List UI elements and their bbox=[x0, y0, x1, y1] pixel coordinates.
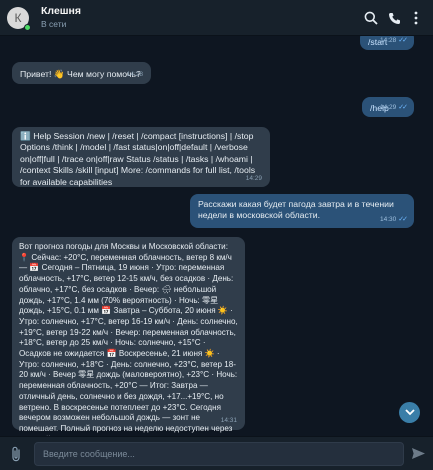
message-meta: 14:29 ✓✓ bbox=[379, 102, 408, 114]
chat-header: К Клешня В сети bbox=[0, 0, 433, 36]
message-outgoing[interactable]: /help 14:29 ✓✓ bbox=[362, 97, 414, 117]
read-check-icon: ✓✓ bbox=[398, 103, 408, 111]
search-icon[interactable] bbox=[362, 9, 380, 27]
chat-status: В сети bbox=[41, 19, 67, 29]
phone-icon[interactable] bbox=[385, 9, 403, 27]
chevron-down-icon bbox=[404, 409, 415, 416]
composer bbox=[0, 436, 433, 470]
message-meta: 14:29 bbox=[246, 173, 262, 184]
message-text: Вот прогноз погоды для Москвы и Московск… bbox=[19, 242, 238, 436]
message-meta: 14:28 bbox=[127, 69, 143, 81]
message-meta: 14:30 ✓✓ bbox=[379, 214, 408, 225]
message-outgoing[interactable]: Расскажи какая будет пагода завтра и в т… bbox=[190, 194, 414, 228]
message-time: 14:31 bbox=[220, 417, 237, 425]
message-outgoing[interactable]: /start 14:28 ✓✓ bbox=[360, 36, 414, 50]
message-incoming[interactable]: Привет! 👋 Чем могу помочь? 14:28 bbox=[12, 62, 151, 84]
message-time: 14:28 bbox=[379, 36, 397, 44]
message-time: 14:30 bbox=[379, 215, 397, 223]
chat-title[interactable]: Клешня bbox=[41, 5, 81, 17]
message-time: 14:28 bbox=[126, 70, 143, 78]
message-incoming[interactable]: ℹ️ Help Session /new | /reset | /compact… bbox=[12, 127, 270, 187]
message-meta: 14:31 bbox=[221, 416, 237, 427]
message-text: ℹ️ Help Session /new | /reset | /compact… bbox=[20, 131, 256, 187]
message-text: Привет! 👋 Чем могу помочь? bbox=[20, 69, 141, 79]
message-meta: 14:28 ✓✓ bbox=[379, 36, 408, 47]
message-time: 14:29 bbox=[379, 103, 397, 111]
paperclip-icon[interactable] bbox=[10, 446, 24, 462]
online-indicator bbox=[24, 24, 31, 31]
read-check-icon: ✓✓ bbox=[398, 215, 408, 223]
message-time: 14:29 bbox=[245, 174, 262, 182]
read-check-icon: ✓✓ bbox=[398, 36, 408, 44]
message-input[interactable] bbox=[34, 442, 404, 466]
message-list[interactable]: /start 14:28 ✓✓ Привет! 👋 Чем могу помочь… bbox=[0, 36, 433, 436]
message-text: Расскажи какая будет пагода завтра и в т… bbox=[198, 199, 394, 221]
more-vertical-icon[interactable] bbox=[407, 9, 425, 27]
message-incoming[interactable]: Вот прогноз погоды для Москвы и Московск… bbox=[12, 237, 245, 436]
scroll-to-bottom-button[interactable] bbox=[399, 402, 420, 423]
send-icon[interactable] bbox=[411, 447, 427, 461]
